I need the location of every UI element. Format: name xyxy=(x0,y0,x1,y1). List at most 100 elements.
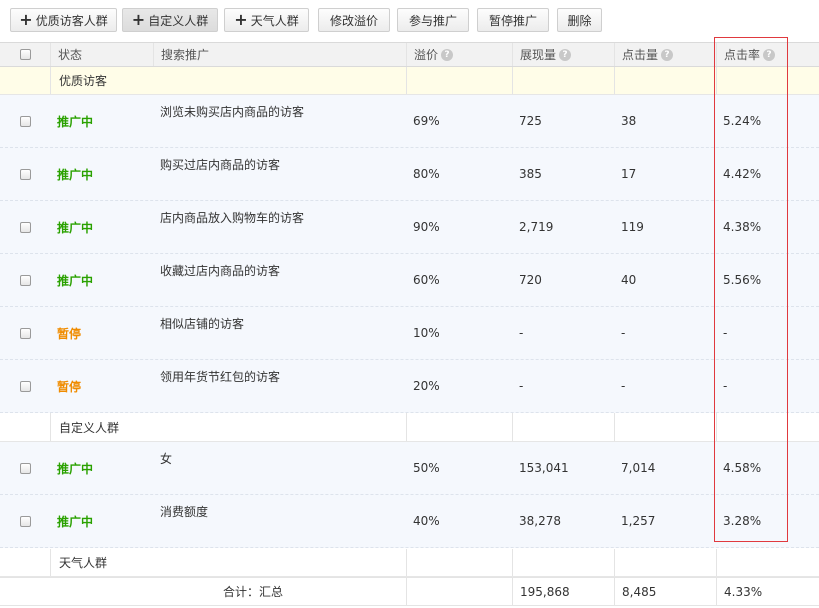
row-premium[interactable]: 20% xyxy=(406,360,512,412)
row-clicks: 1,257 xyxy=(621,514,656,528)
row-crowd-name: 女 xyxy=(160,452,173,466)
row-impressions: 153,041 xyxy=(519,461,569,475)
table-row: 推广中 女 50% 153,041 7,014 4.58% xyxy=(0,442,819,495)
header-ctr-label: 点击率 xyxy=(724,48,761,62)
row-clicks: 7,014 xyxy=(621,461,656,475)
row-checkbox[interactable] xyxy=(19,168,31,180)
row-checkbox[interactable] xyxy=(19,274,31,286)
row-premium[interactable]: 40% xyxy=(406,495,512,547)
row-status: 暂停 xyxy=(57,326,82,341)
total-row: 合计：汇总 195,868 8,485 4.33% xyxy=(0,577,819,606)
row-premium[interactable]: 90% xyxy=(406,201,512,253)
table-row: 推广中 浏览未购买店内商品的访客 69% 725 38 5.24% xyxy=(0,95,819,148)
row-status: 推广中 xyxy=(57,114,94,129)
header-premium-label: 溢价 xyxy=(414,48,439,62)
row-premium[interactable]: 10% xyxy=(406,307,512,359)
button-label: 优质访客人群 xyxy=(35,13,108,28)
row-ctr: 5.56% xyxy=(723,273,762,287)
edit-premium-button[interactable]: 修改溢价 xyxy=(318,8,390,32)
group-title: 自定义人群 xyxy=(50,413,406,441)
header-clicks[interactable]: 点击量 ? xyxy=(614,43,716,66)
group-row-weather: 天气人群 xyxy=(0,549,819,577)
row-impressions: - xyxy=(519,379,524,393)
add-quality-visitor-group-button[interactable]: + 优质访客人群 xyxy=(10,8,117,32)
group-row-custom: 自定义人群 xyxy=(0,413,819,442)
header-clicks-label: 点击量 xyxy=(622,48,659,62)
row-checkbox[interactable] xyxy=(19,462,31,474)
row-crowd-name: 浏览未购买店内商品的访客 xyxy=(160,105,305,119)
table-row: 推广中 收藏过店内商品的访客 60% 720 40 5.56% xyxy=(0,254,819,307)
toolbar: + 优质访客人群 + 自定义人群 + 天气人群 修改溢价 参与推广 暂停推广 删… xyxy=(0,0,819,40)
table-row: 推广中 消费额度 40% 38,278 1,257 3.28% xyxy=(0,495,819,548)
row-premium[interactable]: 80% xyxy=(406,148,512,200)
row-status: 推广中 xyxy=(57,273,94,288)
row-ctr: 4.42% xyxy=(723,167,762,181)
row-crowd-name: 购买过店内商品的访客 xyxy=(160,158,281,172)
row-clicks: 40 xyxy=(621,273,637,287)
help-icon[interactable]: ? xyxy=(441,48,454,61)
row-premium[interactable]: 69% xyxy=(406,95,512,147)
header-impressions-label: 展现量 xyxy=(520,48,557,62)
row-status: 推广中 xyxy=(57,461,94,476)
table-row: 暂停 领用年货节红包的访客 20% - - - xyxy=(0,360,819,413)
row-ctr: 4.58% xyxy=(723,461,762,475)
add-weather-group-button[interactable]: + 天气人群 xyxy=(224,8,309,32)
row-premium[interactable]: 50% xyxy=(406,442,512,494)
row-checkbox[interactable] xyxy=(19,380,31,392)
row-checkbox[interactable] xyxy=(19,221,31,233)
pause-promotion-button[interactable]: 暂停推广 xyxy=(477,8,549,32)
add-custom-group-button[interactable]: + 自定义人群 xyxy=(122,8,218,32)
row-clicks: 119 xyxy=(621,220,644,234)
row-ctr: - xyxy=(723,379,728,393)
row-crowd-name: 相似店铺的访客 xyxy=(160,317,245,331)
row-impressions: 2,719 xyxy=(519,220,554,234)
total-clicks: 8,485 xyxy=(614,578,716,605)
row-impressions: 38,278 xyxy=(519,514,561,528)
row-impressions: - xyxy=(519,326,524,340)
row-impressions: 720 xyxy=(519,273,542,287)
row-ctr: - xyxy=(723,326,728,340)
group-title: 优质访客 xyxy=(50,67,406,94)
header-status[interactable]: 状态 xyxy=(50,43,153,66)
row-premium[interactable]: 60% xyxy=(406,254,512,306)
table-row: 暂停 相似店铺的访客 10% - - - xyxy=(0,307,819,360)
row-crowd-name: 消费额度 xyxy=(160,505,209,519)
help-icon[interactable]: ? xyxy=(661,48,674,61)
table-row: 推广中 购买过店内商品的访客 80% 385 17 4.42% xyxy=(0,148,819,201)
header-search[interactable]: 搜索推广 xyxy=(153,43,406,66)
row-clicks: 17 xyxy=(621,167,637,181)
row-clicks: - xyxy=(621,326,626,340)
row-checkbox[interactable] xyxy=(19,327,31,339)
help-icon[interactable]: ? xyxy=(559,48,572,61)
row-checkbox[interactable] xyxy=(19,515,31,527)
row-ctr: 5.24% xyxy=(723,114,762,128)
plus-icon: + xyxy=(234,10,248,29)
row-impressions: 385 xyxy=(519,167,542,181)
total-label: 合计：汇总 xyxy=(222,585,283,599)
total-ctr: 4.33% xyxy=(716,578,819,605)
delete-button[interactable]: 删除 xyxy=(557,8,602,32)
row-clicks: - xyxy=(621,379,626,393)
row-status: 推广中 xyxy=(57,220,94,235)
row-crowd-name: 领用年货节红包的访客 xyxy=(160,370,281,384)
plus-icon: + xyxy=(19,10,33,29)
header-premium[interactable]: 溢价 ? xyxy=(406,43,512,66)
button-label: 天气人群 xyxy=(250,13,299,28)
total-impressions: 195,868 xyxy=(512,578,614,605)
help-icon[interactable]: ? xyxy=(763,48,776,61)
select-all-checkbox[interactable] xyxy=(19,49,31,60)
table-header: 状态 搜索推广 溢价 ? 展现量 ? 点击量 ? 点击率 ? xyxy=(0,42,819,67)
button-label: 自定义人群 xyxy=(148,13,209,28)
row-status: 推广中 xyxy=(57,167,94,182)
row-crowd-name: 收藏过店内商品的访客 xyxy=(160,264,281,278)
group-title: 天气人群 xyxy=(50,549,406,576)
header-impressions[interactable]: 展现量 ? xyxy=(512,43,614,66)
header-ctr[interactable]: 点击率 ? xyxy=(716,43,819,66)
plus-icon: + xyxy=(131,10,146,29)
group-row-quality: 优质访客 xyxy=(0,67,819,95)
row-status: 推广中 xyxy=(57,514,94,529)
row-checkbox[interactable] xyxy=(19,115,31,127)
row-ctr: 3.28% xyxy=(723,514,762,528)
row-status: 暂停 xyxy=(57,379,82,394)
join-promotion-button[interactable]: 参与推广 xyxy=(397,8,469,32)
